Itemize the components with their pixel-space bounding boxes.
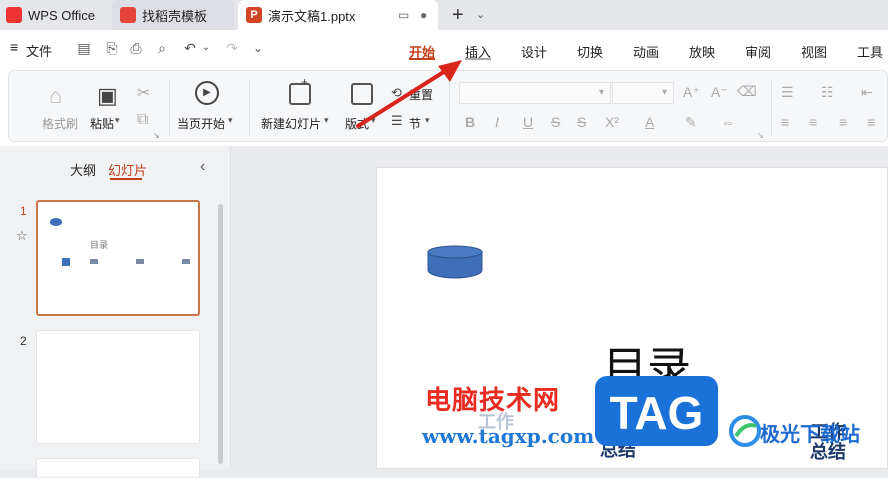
undo-icon[interactable]: ↶ <box>182 40 198 56</box>
strikethrough-icon[interactable]: S <box>551 114 560 130</box>
save-icon[interactable]: ▤ <box>76 40 92 56</box>
monitor-icon[interactable]: ▭ <box>398 8 409 22</box>
font-shrink-icon[interactable]: A⁻ <box>711 84 728 101</box>
font-expand-icon[interactable]: ↘ <box>757 131 764 140</box>
tab-design[interactable]: 设计 <box>521 42 547 61</box>
undo-dropdown-icon[interactable]: ⌄ <box>198 40 214 56</box>
slide-number: 1 <box>20 204 27 218</box>
new-slide-button[interactable]: 新建幻灯片 <box>261 115 321 132</box>
cylinder-shape[interactable] <box>426 244 484 280</box>
print-preview-icon[interactable]: ⌕ <box>154 40 170 56</box>
chevron-down-icon[interactable]: ⌄ <box>476 8 485 21</box>
watermark-tag-text: TAG <box>609 387 704 439</box>
unsaved-dot-icon: ● <box>420 8 428 22</box>
thumb-box-icon <box>62 258 70 266</box>
slide-number: 2 <box>20 334 27 348</box>
plus-icon: + <box>301 75 309 89</box>
justify-icon[interactable]: ≡ <box>867 114 875 130</box>
decrease-indent-icon[interactable]: ⇤ <box>861 84 873 101</box>
tab-wps-office[interactable]: WPS Office <box>6 0 106 30</box>
tab-animation[interactable]: 动画 <box>633 42 659 61</box>
wps-logo-icon <box>6 7 22 23</box>
play-from-current-button[interactable]: 当页开始 <box>177 115 225 132</box>
tab-review[interactable]: 审阅 <box>745 42 771 61</box>
hamburger-icon[interactable]: ≡ <box>10 39 18 55</box>
paste-dropdown-icon[interactable]: ▾ <box>115 115 120 126</box>
cut-icon[interactable]: ✂ <box>137 83 150 103</box>
copy-icon[interactable]: ⧉ <box>137 111 148 129</box>
watermark-url: www.tagxp.com <box>422 424 595 448</box>
tab-bar: WPS Office 找稻壳模板 P 演示文稿1.pptx ▭ ● + ⌄ <box>0 0 888 30</box>
tab-slideshow[interactable]: 放映 <box>689 42 715 61</box>
panel-scrollbar[interactable] <box>218 204 223 464</box>
thumb-cylinder-icon <box>50 218 62 226</box>
aurora-logo-icon <box>729 415 761 447</box>
align-center-icon[interactable]: ≡ <box>809 114 817 130</box>
slide-thumbnail-3[interactable] <box>36 458 200 478</box>
thumb-text-mark <box>90 259 98 264</box>
paste-button[interactable]: 粘贴 <box>90 115 114 132</box>
slide-thumbnail-2[interactable] <box>36 330 200 444</box>
watermark-right-text: 极光下载站 <box>760 422 860 446</box>
font-color-icon[interactable]: A <box>645 114 654 130</box>
thumb-text-mark <box>182 259 190 264</box>
more-chevron-icon[interactable]: ⌄ <box>250 40 266 56</box>
docer-logo-icon <box>120 7 136 23</box>
superscript-icon[interactable]: X² <box>605 114 619 130</box>
font-size-select[interactable]: ▾ <box>612 82 674 104</box>
bullet-list-icon[interactable]: ☰ <box>781 84 794 101</box>
italic-icon[interactable]: I <box>495 114 499 130</box>
font-family-select[interactable]: ▾ <box>459 82 611 104</box>
slides-tab-underline <box>110 178 142 180</box>
thumb-text-mark <box>136 259 144 264</box>
ribbon-separator <box>169 79 170 135</box>
font-grow-icon[interactable]: A⁺ <box>683 84 700 101</box>
char-spacing-icon[interactable]: ⇔ <box>721 114 735 130</box>
format-brush-icon: ⌂ <box>49 83 63 108</box>
eraser-icon[interactable]: ⌫ <box>737 83 757 100</box>
slide-thumbnail-1[interactable]: 目录 <box>36 200 200 316</box>
new-slide-dropdown-icon[interactable]: ▾ <box>324 115 329 126</box>
collapse-panel-icon[interactable]: ‹ <box>200 158 205 176</box>
file-menu[interactable]: 文件 <box>26 41 52 60</box>
align-left-icon[interactable]: ≡ <box>781 114 789 130</box>
tab-outline[interactable]: 大纲 <box>70 160 96 179</box>
format-brush-button[interactable]: 格式刷 <box>42 115 78 132</box>
star-icon[interactable]: ☆ <box>16 228 28 244</box>
tab-transition[interactable]: 切换 <box>577 42 603 61</box>
tab-doc-label: 演示文稿1.pptx <box>268 8 356 24</box>
highlight-icon[interactable]: ✎ <box>685 114 697 131</box>
ribbon-separator <box>771 79 772 135</box>
ribbon-separator <box>249 79 250 135</box>
print-icon[interactable]: ⎙ <box>128 40 144 56</box>
align-right-icon[interactable]: ≡ <box>839 114 847 130</box>
watermark-tag-logo: TAG <box>595 376 718 446</box>
tab-slides[interactable]: 幻灯片 <box>108 160 147 179</box>
tab-store-label: 找稻壳模板 <box>142 8 208 24</box>
clipboard-expand-icon[interactable]: ↘ <box>153 131 160 140</box>
watermark-site-name: 电脑技术网 <box>425 386 561 416</box>
tab-tools[interactable]: 工具 <box>857 42 883 61</box>
play-dropdown-icon[interactable]: ▾ <box>228 115 233 126</box>
play-icon: ▶ <box>195 81 219 105</box>
new-tab-button[interactable]: + <box>452 4 464 27</box>
tab-document[interactable]: P 演示文稿1.pptx ▭ ● <box>238 0 438 30</box>
slides-panel: 大纲 幻灯片 ‹ 1 ☆ 目录 2 <box>0 146 231 478</box>
numbered-list-icon[interactable]: ☷ <box>821 84 834 101</box>
tab-template-store[interactable]: 找稻壳模板 <box>112 0 234 30</box>
annotation-arrow-icon <box>356 60 462 128</box>
tab-wps-label: WPS Office <box>28 7 95 23</box>
redo-icon[interactable]: ↷ <box>224 40 240 56</box>
presentation-file-icon: P <box>246 7 262 23</box>
tab-view[interactable]: 视图 <box>801 42 827 61</box>
thumb-title: 目录 <box>90 240 109 250</box>
paste-icon: ▣ <box>97 83 118 108</box>
shadow-text-icon[interactable]: S <box>577 114 586 130</box>
underline-icon[interactable]: U <box>523 114 533 130</box>
export-icon[interactable]: ⎘ <box>104 40 120 56</box>
